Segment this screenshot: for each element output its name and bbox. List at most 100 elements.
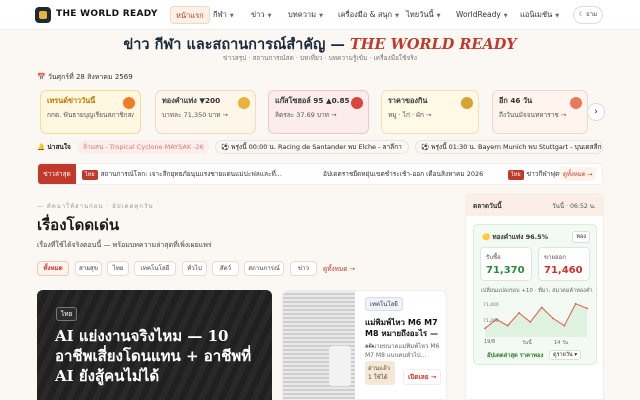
side-read-button[interactable]: เปิดเลย → bbox=[403, 369, 442, 385]
info-card-subtitle: หมู · ไก่ · ผัก → bbox=[388, 111, 432, 119]
info-card-title: อีก 46 วัน bbox=[499, 96, 533, 105]
filter-pill[interactable]: ทั่วไป bbox=[182, 261, 207, 276]
chevron-down-icon: ▼ bbox=[555, 13, 560, 19]
chart-point bbox=[574, 302, 577, 305]
market-header: ตลาดวันนี้ วันนี้ · 06:52 น. bbox=[466, 194, 603, 216]
nav-item-label: ไทยวันนี้ bbox=[406, 10, 434, 19]
sell-value: 71,460 bbox=[544, 265, 583, 276]
money-bag-icon bbox=[461, 97, 473, 109]
buy-label: รับซื้อ bbox=[486, 254, 501, 261]
featured-article-title[interactable]: AI แย่งงานจริงไหม — 10 อาชีพเสี่ยงโดนแทน… bbox=[55, 326, 265, 386]
update-label[interactable]: อัปเดตล่าสุด ราคาทอง bbox=[487, 350, 543, 360]
breaking-label: ข่าวล่าสุด bbox=[38, 164, 76, 184]
side-read-badge: อ่านแล้ว 1 ใช้ได้ bbox=[365, 361, 395, 385]
filter-pill[interactable]: สถานการณ์ bbox=[244, 261, 284, 276]
info-card[interactable]: อีก 46 วันถึงวันนมัจจนทหาราช → bbox=[492, 90, 588, 134]
info-card-subtitle: ถึงวันนมัจจนทหาราช → bbox=[499, 111, 567, 119]
sell-label: ขายออก bbox=[544, 254, 566, 261]
featured-category-badge: ไทย bbox=[56, 307, 78, 321]
side-article-card[interactable]: เทคโนโลยี แม่พิมพ์ไหว M6 M7 M8 หมายถึงอะ… bbox=[282, 290, 447, 400]
gold-type-pill[interactable]: ทอง bbox=[572, 231, 590, 243]
chart-point bbox=[529, 321, 532, 323]
info-card[interactable]: เทรนด์ข่าววันนี้ กกต. ฟันธายบุญเรียนสภาชิ… bbox=[40, 90, 141, 134]
nav-item[interactable]: WorldReady ▼ bbox=[451, 6, 513, 24]
nav-item[interactable]: ไทยวันนี้ ▼ bbox=[401, 6, 445, 24]
range-filter[interactable]: ดูรายวัน ▾ bbox=[549, 350, 582, 360]
filter-pill[interactable]: สัตว์ bbox=[212, 261, 239, 276]
page-subtitle: ข่าวสรุป · สถานการณ์สด · บทเที่ยว · บทคว… bbox=[223, 54, 417, 62]
market-title: ตลาดวันนี้ bbox=[473, 202, 502, 210]
gold-footer: อัปเดตล่าสุด ราคาทอง ดูรายวัน ▾ bbox=[479, 350, 593, 362]
breaking-item[interactable]: อัปเดตราชยืดหยุ่นเขตชำระเช้า-ออก เดือนสิ… bbox=[323, 169, 503, 179]
section-title: เรื่องโดดเด่น bbox=[37, 216, 120, 234]
breaking-item[interactable]: ไทย สถานการณ์โลก: เจาะลึกยุทธภัยนุนแรงชาย… bbox=[82, 169, 310, 180]
ticker-item[interactable]: ⚽ พรุ่งนี้ 00:00 น. Racing de Santander … bbox=[215, 140, 409, 154]
section-kicker: — คัดมาให้อ่านก่อน · อัปเดตทุกวัน bbox=[37, 203, 154, 210]
top-navigation-bar: THE WORLD READY หน้าแรก กีฬา ▼ ข่าว ▼ บทความ ▼… bbox=[0, 0, 640, 30]
ticker-item[interactable]: ⚽ พรุ่งนี้ 01:30 น. Bayern Munich พบ Stu… bbox=[415, 140, 603, 154]
info-card-subtitle: บาทละ 71,350 บาท → bbox=[162, 111, 228, 119]
cards-next-button[interactable]: › bbox=[587, 103, 605, 121]
theme-toggle-label: ธาม bbox=[586, 11, 598, 18]
filter-pill[interactable]: ทั้งหมด bbox=[37, 261, 69, 276]
chart-tick-label: 71,400 bbox=[483, 302, 499, 308]
filter-pill[interactable]: เทคโนโลยี bbox=[134, 261, 176, 276]
filter-pill[interactable]: ไทย bbox=[107, 261, 129, 276]
chevron-down-icon: ▼ bbox=[436, 13, 441, 19]
market-widget: ตลาดวันนี้ วันนี้ · 06:52 น. 🟡 ทองคำแท่ง… bbox=[465, 193, 604, 400]
info-card-title: เทรนด์ข่าววันนี้ bbox=[47, 96, 96, 105]
gold-price-chart: 71,400 71,200 bbox=[483, 302, 588, 337]
sell-price-box: ขายออก 71,460 bbox=[538, 247, 590, 281]
chevron-down-icon: ▼ bbox=[229, 13, 234, 19]
calendar-icon bbox=[570, 97, 582, 109]
gold-label: 🟡 ทองคำแท่ง 96.5% bbox=[482, 233, 549, 241]
nav-item[interactable]: บทความ ▼ bbox=[283, 6, 328, 24]
gold-price-panel: 🟡 ทองคำแท่ง 96.5% ทอง รับซื้อ 71,370 ขาย… bbox=[473, 224, 597, 365]
headline-accent: THE WORLD READY bbox=[350, 36, 517, 53]
breaking-news-bar: ข่าวล่าสุด ไทย สถานการณ์โลก: เจาะลึกยุทธภ… bbox=[37, 163, 603, 185]
current-date: 📅 วันศุกร์ที่ 28 สิงหาคม 2569 bbox=[37, 73, 133, 81]
headline-main: ข่าว กีฬา และสถานการณ์สำคัญ — bbox=[123, 36, 345, 53]
nav-item[interactable]: ข่าว ▼ bbox=[246, 6, 276, 24]
nav-item-label: หน้าแรก bbox=[176, 11, 204, 20]
nav-item[interactable]: เครื่องมือ & สนุก ▼ bbox=[333, 6, 404, 24]
filter-pill[interactable]: ข่าว bbox=[290, 261, 317, 276]
chart-label-start: 19/8 bbox=[484, 339, 496, 345]
nav-item-label: เครื่องมือ & สนุก bbox=[338, 10, 393, 19]
info-card-title: ราคาของกิน bbox=[388, 96, 428, 105]
chart-tick-label: 71,200 bbox=[483, 318, 499, 324]
info-card-title: แก๊สโซฮอล์ 95 ▲0.85 bbox=[275, 96, 350, 105]
info-card[interactable]: แก๊สโซฮอล์ 95 ▲0.85 ลิตรละ 37.69 บาท → bbox=[268, 90, 369, 134]
nav-item[interactable]: กีฬา ▼ bbox=[208, 6, 239, 24]
brand-name[interactable]: THE WORLD READY bbox=[56, 9, 158, 19]
gold-note: เปลี่ยนแปลงรอบ +10 · ที่มา: สมาคมค้าทองค… bbox=[481, 288, 593, 294]
theme-toggle-button[interactable]: ☾ ธาม bbox=[573, 6, 603, 24]
chart-label-end: 14 วัน bbox=[554, 340, 569, 346]
fuel-icon bbox=[351, 97, 363, 109]
chart-point bbox=[552, 317, 554, 320]
chart-point bbox=[484, 327, 486, 330]
logo-icon[interactable] bbox=[35, 7, 51, 23]
nav-item[interactable]: หน้าแรก bbox=[170, 6, 210, 24]
nav-item-label: กีฬา bbox=[213, 10, 227, 19]
side-article-description: อธิบายขนาดแม่พิมพ์ไหว M6 M7 M8 แบบคนทั่ว… bbox=[365, 343, 440, 359]
featured-article-card[interactable]: ไทย AI แย่งงานจริงไหม — 10 อาชีพเสี่ยงโด… bbox=[37, 290, 272, 400]
info-card[interactable]: ทองคำแท่ง ▼200 บาทละ 71,350 บาท → bbox=[155, 90, 256, 134]
breaking-see-all-button[interactable]: ดูทั้งหมด → bbox=[560, 167, 596, 181]
nav-item-label: บทความ bbox=[288, 10, 317, 19]
ticker-label: 🔔 น่าสนใจ bbox=[37, 143, 71, 151]
market-time: วันนี้ · 06:52 น. bbox=[552, 203, 596, 210]
filter-pill[interactable]: สายสุข bbox=[75, 261, 102, 276]
chevron-down-icon: ▼ bbox=[395, 13, 399, 19]
chevron-down-icon: ▼ bbox=[503, 13, 508, 19]
info-card[interactable]: ราคาของกินหมู · ไก่ · ผัก → bbox=[381, 90, 479, 134]
nav-item-label: แอนิเมชัน bbox=[520, 10, 553, 19]
nav-item-label: ข่าว bbox=[251, 10, 265, 19]
chart-label-mid: วันนี้ bbox=[522, 340, 532, 346]
ticker-item[interactable]: ล้ามสน - Tropical Cyclone MAYSAK -26 bbox=[77, 140, 209, 154]
breaking-tag: ไทย bbox=[82, 170, 98, 180]
see-all-link[interactable]: ดูทั้งหมด → bbox=[323, 264, 355, 274]
side-category-badge: เทคโนโลยี bbox=[365, 297, 403, 311]
nav-item-label: WorldReady bbox=[456, 10, 501, 19]
nav-item[interactable]: แอนิเมชัน ▼ bbox=[515, 6, 564, 24]
